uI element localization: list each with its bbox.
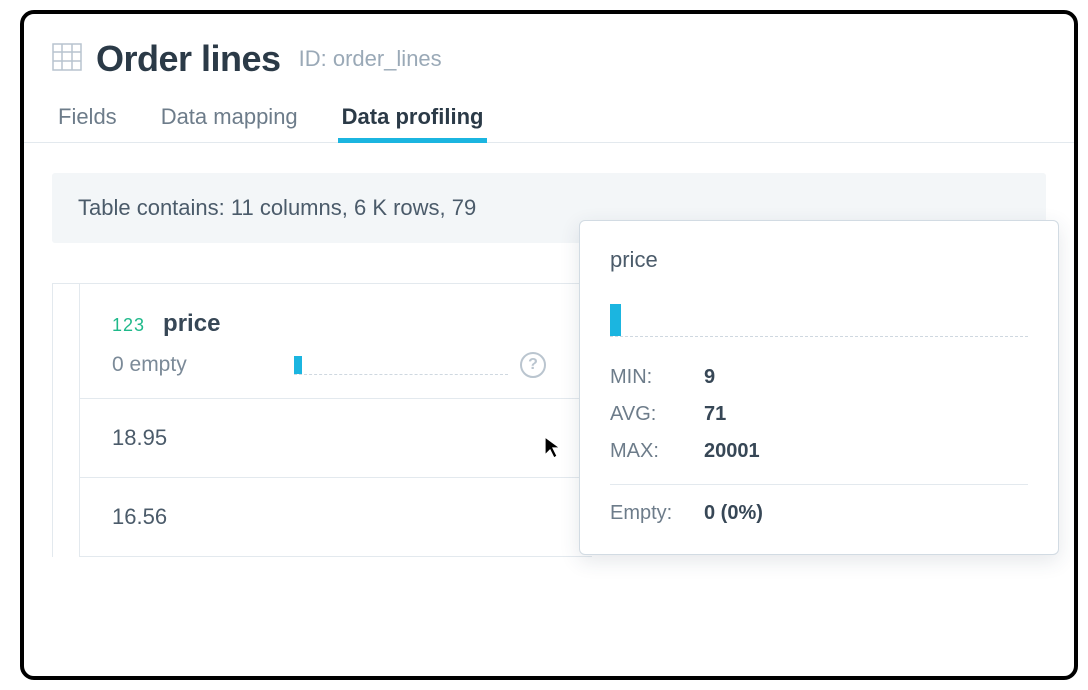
profiling-tooltip: price MIN: 9 AVG: 71 MAX: 20001 Empty: 0… bbox=[579, 220, 1059, 555]
page-header: Order lines ID: order_lines bbox=[24, 14, 1074, 90]
tooltip-histogram bbox=[610, 303, 1028, 337]
page-title: Order lines bbox=[96, 38, 281, 80]
table-row: 18.95 bbox=[79, 399, 592, 478]
tab-data-profiling[interactable]: Data profiling bbox=[342, 104, 484, 142]
stat-avg: AVG: 71 bbox=[610, 396, 1028, 433]
empty-count: 0 empty bbox=[112, 353, 282, 377]
tabs: Fields Data mapping Data profiling bbox=[24, 90, 1074, 143]
stat-max: MAX: 20001 bbox=[610, 433, 1028, 470]
tab-fields[interactable]: Fields bbox=[58, 104, 117, 142]
tooltip-title: price bbox=[610, 247, 1028, 273]
type-badge-numeric: 123 bbox=[112, 315, 145, 336]
stat-min: MIN: 9 bbox=[610, 359, 1028, 396]
page-id: ID: order_lines bbox=[299, 46, 442, 72]
help-icon[interactable]: ? bbox=[520, 352, 546, 378]
column-panel: 123 price 0 empty ? 18.95 16.56 bbox=[52, 283, 592, 557]
column-name: price bbox=[163, 310, 220, 338]
column-header: 123 price 0 empty ? bbox=[79, 284, 592, 399]
stat-empty: Empty: 0 (0%) bbox=[610, 495, 1028, 532]
table-icon bbox=[52, 43, 82, 76]
table-row: 16.56 bbox=[79, 478, 592, 557]
mini-histogram bbox=[294, 355, 508, 375]
tab-data-mapping[interactable]: Data mapping bbox=[161, 104, 298, 142]
